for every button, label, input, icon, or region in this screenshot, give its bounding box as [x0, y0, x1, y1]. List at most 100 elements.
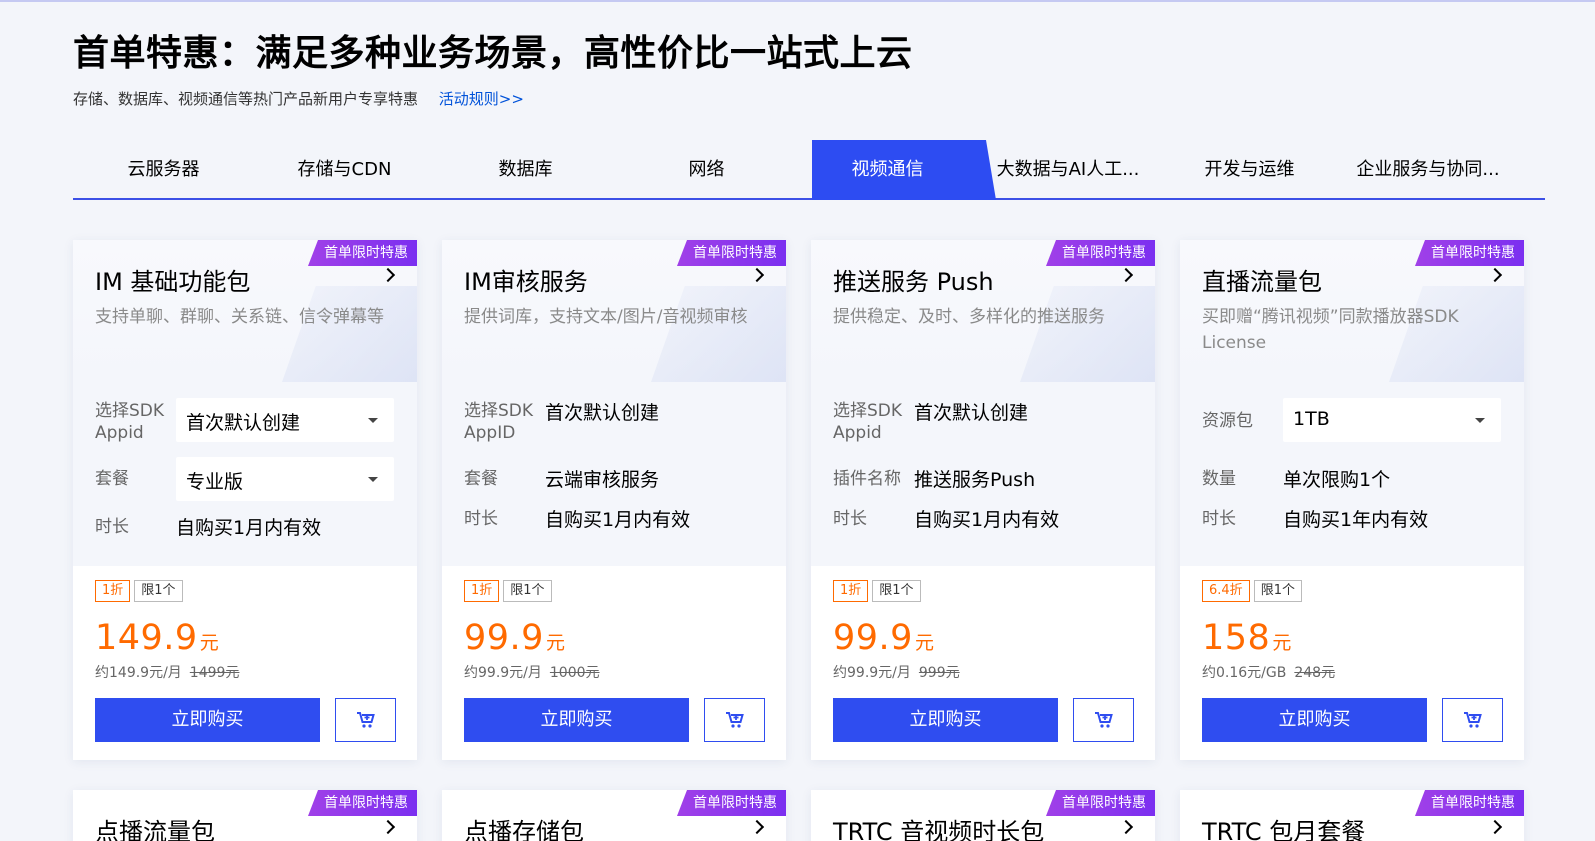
- card-title[interactable]: IM 基础功能包: [95, 262, 250, 297]
- tab-video-communication[interactable]: 视频通信: [797, 140, 978, 198]
- buy-now-button[interactable]: 立即购买: [833, 698, 1058, 742]
- card-header: 首单限时特惠 IM审核服务 提供词库，支持文本/图片/音视频审核: [442, 240, 786, 382]
- add-to-cart-button[interactable]: [1073, 698, 1134, 742]
- option-label-sdk-appid: 选择SDK AppID: [464, 401, 534, 443]
- card-title[interactable]: 直播流量包: [1202, 262, 1322, 297]
- product-card-trtc-monthly: 首单限时特惠 TRTC 包月套餐: [1180, 790, 1524, 841]
- option-label-plan: 套餐: [95, 469, 129, 489]
- option-label-quantity: 数量: [1202, 469, 1236, 489]
- discount-tag: 1折: [464, 580, 500, 602]
- plan-select[interactable]: 专业版: [176, 457, 394, 501]
- card-options: 选择SDK Appid 首次默认创建 套餐 专业版 时长 自购买1月内有效: [73, 382, 417, 566]
- product-card-trtc-duration: 首单限时特惠 TRTC 音视频时长包: [811, 790, 1155, 841]
- page-subtitle: 存储、数据库、视频通信等热门产品新用户专享特惠 活动规则>>: [73, 88, 524, 109]
- tab-bigdata-ai[interactable]: 大数据与AI人工...: [983, 140, 1153, 198]
- price: 158 元: [1202, 618, 1291, 658]
- caret-down-icon: [1475, 418, 1485, 423]
- price-value: 158: [1202, 618, 1271, 658]
- chevron-right-icon[interactable]: [749, 819, 765, 835]
- product-card-vod-storage: 首单限时特惠 点播存储包: [442, 790, 786, 841]
- card-options: 资源包 1TB 数量 单次限购1个 时长 自购买1年内有效: [1180, 382, 1524, 566]
- option-label-duration: 时长: [95, 517, 129, 537]
- limit-tag: 限1个: [1253, 580, 1302, 602]
- discount-tag: 1折: [833, 580, 869, 602]
- price-value: 99.9: [464, 618, 544, 658]
- promo-badge: 首单限时特惠: [677, 790, 786, 816]
- card-options: 选择SDK Appid 首次默认创建 插件名称 推送服务Push 时长 自购买1…: [811, 382, 1155, 566]
- card-header: 首单限时特惠 直播流量包 买即赠“腾讯视频”同款播放器SDK License: [1180, 240, 1524, 382]
- product-card-live-traffic: 首单限时特惠 直播流量包 买即赠“腾讯视频”同款播放器SDK License 资…: [1180, 240, 1524, 760]
- activity-rules-link[interactable]: 活动规则>>: [439, 90, 524, 108]
- option-value-sdk-appid: 首次默认创建: [914, 402, 1029, 424]
- chevron-right-icon[interactable]: [1487, 267, 1503, 283]
- option-value-sdk-appid: 首次默认创建: [545, 402, 660, 424]
- buy-now-button[interactable]: 立即购买: [1202, 698, 1427, 742]
- original-price: 1499元: [189, 665, 240, 681]
- tab-network[interactable]: 网络: [616, 140, 797, 198]
- card-title[interactable]: 点播流量包: [95, 812, 215, 841]
- product-card-push: 首单限时特惠 推送服务 Push 提供稳定、及时、多样化的推送服务 选择SDK …: [811, 240, 1155, 760]
- card-tags: 6.4折 限1个: [1202, 580, 1306, 602]
- price: 99.9 元: [833, 618, 934, 658]
- promo-badge: 首单限时特惠: [1046, 790, 1155, 816]
- chevron-right-icon[interactable]: [380, 819, 396, 835]
- resource-pack-select[interactable]: 1TB: [1283, 398, 1501, 442]
- chevron-right-icon[interactable]: [1118, 267, 1134, 283]
- discount-tag: 6.4折: [1202, 580, 1250, 602]
- promo-badge: 首单限时特惠: [1046, 240, 1155, 266]
- card-title[interactable]: TRTC 包月套餐: [1202, 812, 1365, 841]
- chevron-right-icon[interactable]: [1487, 819, 1503, 835]
- unit-price: 约99.9元/月: [464, 665, 542, 681]
- option-label-plugin: 插件名称: [833, 469, 901, 489]
- price-unit: 元: [545, 632, 565, 654]
- add-to-cart-button[interactable]: [335, 698, 396, 742]
- price-detail: 约0.16元/GB 248元: [1202, 662, 1335, 682]
- category-tabs: 云服务器 存储与CDN 数据库 网络 视频通信 大数据与AI人工... 开发与运…: [73, 140, 1545, 200]
- price-unit: 元: [914, 632, 934, 654]
- card-title[interactable]: TRTC 音视频时长包: [833, 812, 1044, 841]
- promo-badge: 首单限时特惠: [1415, 240, 1524, 266]
- unit-price: 约99.9元/月: [833, 665, 911, 681]
- option-value-plugin: 推送服务Push: [914, 469, 1036, 491]
- original-price: 248元: [1294, 665, 1336, 681]
- price-value: 99.9: [833, 618, 913, 658]
- card-header: 首单限时特惠 推送服务 Push 提供稳定、及时、多样化的推送服务: [811, 240, 1155, 382]
- tab-devops[interactable]: 开发与运维: [1159, 140, 1340, 198]
- card-title[interactable]: 点播存储包: [464, 812, 584, 841]
- promo-badge: 首单限时特惠: [308, 240, 417, 266]
- option-label-sdk-appid: 选择SDK Appid: [833, 401, 903, 443]
- price-detail: 约99.9元/月 1000元: [464, 662, 600, 682]
- original-price: 999元: [918, 665, 960, 681]
- buy-now-button[interactable]: 立即购买: [464, 698, 689, 742]
- price-unit: 元: [1272, 632, 1292, 654]
- card-decoration: [282, 286, 417, 382]
- chevron-right-icon[interactable]: [1118, 819, 1134, 835]
- select-value: 1TB: [1293, 408, 1330, 430]
- top-divider: [0, 0, 1595, 2]
- option-label-plan: 套餐: [464, 469, 498, 489]
- card-title[interactable]: IM审核服务: [464, 262, 588, 297]
- card-options: 选择SDK AppID 首次默认创建 套餐 云端审核服务 时长 自购买1月内有效: [442, 382, 786, 566]
- discount-tag: 1折: [95, 580, 131, 602]
- caret-down-icon: [368, 477, 378, 482]
- price-unit: 元: [199, 632, 219, 654]
- cart-icon: [726, 712, 744, 728]
- chevron-right-icon[interactable]: [749, 267, 765, 283]
- limit-tag: 限1个: [872, 580, 921, 602]
- tab-enterprise-services[interactable]: 企业服务与协同...: [1343, 140, 1513, 198]
- chevron-right-icon[interactable]: [380, 267, 396, 283]
- page-title: 首单特惠：满足多种业务场景，高性价比一站式上云: [73, 33, 913, 74]
- option-label-duration: 时长: [1202, 509, 1236, 529]
- card-description: 提供稳定、及时、多样化的推送服务: [833, 307, 1105, 327]
- tab-cloud-server[interactable]: 云服务器: [73, 140, 254, 198]
- card-title[interactable]: 推送服务 Push: [833, 262, 994, 297]
- add-to-cart-button[interactable]: [704, 698, 765, 742]
- tab-database[interactable]: 数据库: [435, 140, 616, 198]
- option-value-duration: 自购买1月内有效: [176, 517, 322, 539]
- add-to-cart-button[interactable]: [1442, 698, 1503, 742]
- option-label-duration: 时长: [833, 509, 867, 529]
- card-header: 首单限时特惠 IM 基础功能包 支持单聊、群聊、关系链、信令弹幕等: [73, 240, 417, 382]
- tab-storage-cdn[interactable]: 存储与CDN: [254, 140, 435, 198]
- buy-now-button[interactable]: 立即购买: [95, 698, 320, 742]
- sdk-appid-select[interactable]: 首次默认创建: [176, 398, 394, 442]
